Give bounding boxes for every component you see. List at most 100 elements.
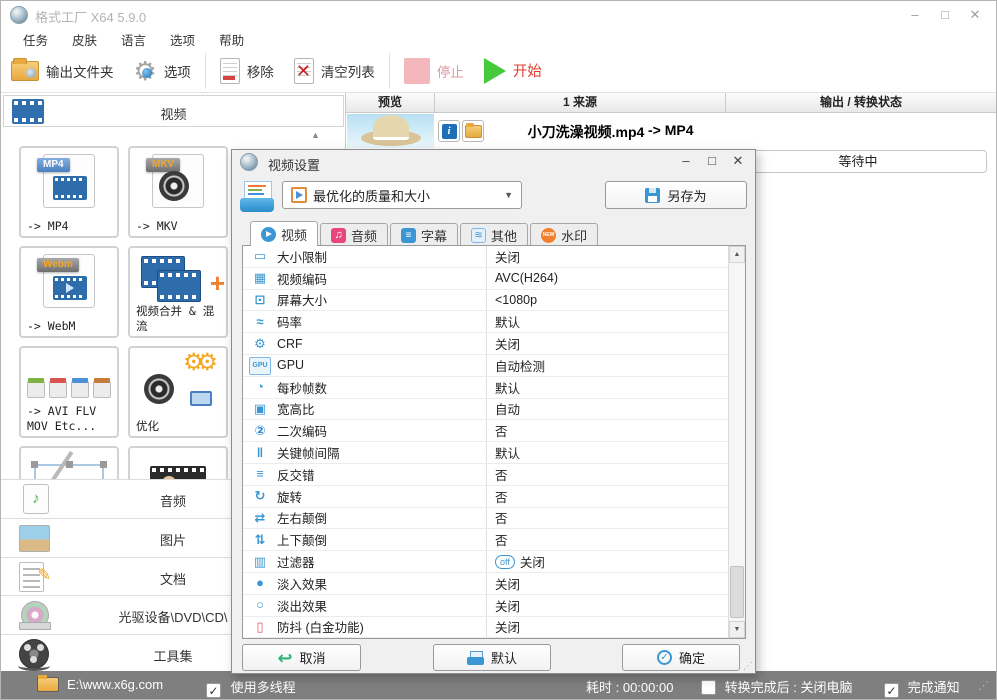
dialog-minimize-button[interactable]: – xyxy=(673,150,699,172)
close-button[interactable]: ✕ xyxy=(960,3,990,27)
tab-其他[interactable]: ≋ 其他 xyxy=(460,223,529,246)
mp4-icon: MP4 xyxy=(21,154,117,210)
save-as-button[interactable]: 另存为 xyxy=(605,181,747,209)
file-folder-button[interactable] xyxy=(462,120,484,142)
menu-item-3[interactable]: 选项 xyxy=(166,28,199,51)
setting-row-0[interactable]: ▭ 大小限制 关闭 xyxy=(243,246,728,268)
ok-button[interactable]: ✓ 确定 xyxy=(622,644,740,671)
setting-label: CRF xyxy=(277,336,303,351)
setting-row-14[interactable]: ▥ 过滤器 off 关闭 xyxy=(243,551,728,573)
setting-row-17[interactable]: ▯ 防抖 (白金功能) 关闭 xyxy=(243,616,728,638)
menu-item-4[interactable]: 帮助 xyxy=(215,28,248,51)
menu-item-2[interactable]: 语言 xyxy=(117,28,150,51)
column-output[interactable]: 输出 / 转换状态 xyxy=(726,93,996,113)
preset-tray-icon[interactable] xyxy=(240,180,274,212)
setting-value[interactable]: 默认 xyxy=(486,311,728,333)
options-button[interactable]: ⚙ 选项 xyxy=(124,51,201,91)
setting-row-15[interactable]: ● 淡入效果 关闭 xyxy=(243,572,728,595)
setting-value[interactable]: 否 xyxy=(486,507,728,529)
start-button[interactable]: 开始 xyxy=(474,51,552,91)
setting-value[interactable]: 否 xyxy=(486,420,728,442)
preview-thumbnail[interactable] xyxy=(347,114,434,148)
setting-value[interactable]: 关闭 xyxy=(486,594,728,616)
scroll-up-icon[interactable]: ▲ xyxy=(729,246,745,263)
scrollbar[interactable]: ▲ ▼ xyxy=(728,246,745,638)
source-filename[interactable]: 小刀洗澡视频.mp4 xyxy=(501,122,671,142)
column-preview[interactable]: 预览 xyxy=(346,93,435,113)
setting-value[interactable]: 自动 xyxy=(486,398,728,420)
multithread-checkbox[interactable]: ✓ xyxy=(206,683,221,698)
shutdown-option[interactable]: 转换完成后 : 关闭电脑 xyxy=(701,677,852,696)
output-path-folder-icon[interactable] xyxy=(37,675,59,692)
setting-row-12[interactable]: ⇄ 左右颠倒 否 xyxy=(243,507,728,530)
sidebar-header-video[interactable]: 视频 xyxy=(3,95,344,127)
output-folder-button[interactable]: 输出文件夹 xyxy=(1,51,124,91)
file-info-button[interactable]: i xyxy=(438,120,460,142)
multithread-option[interactable]: ✓ 使用多线程 xyxy=(206,677,296,698)
setting-value[interactable]: 自动检测 xyxy=(486,354,728,376)
setting-row-4[interactable]: ⚙ CRF 关闭 xyxy=(243,333,728,355)
dialog-resize-grip[interactable]: ⋰ xyxy=(743,661,753,672)
setting-value[interactable]: AVC(H264) xyxy=(486,267,728,289)
menu-item-1[interactable]: 皮肤 xyxy=(68,28,101,51)
output-path[interactable]: E:\www.x6g.com xyxy=(67,677,163,692)
setting-value[interactable]: 默认 xyxy=(486,376,728,398)
remove-button[interactable]: 移除 xyxy=(210,51,284,91)
menu-item-0[interactable]: 任务 xyxy=(19,28,52,51)
setting-row-3[interactable]: ≈ 码率 默认 xyxy=(243,311,728,334)
collapse-arrow-icon[interactable]: ▲ xyxy=(311,130,320,140)
setting-value[interactable]: 关闭 xyxy=(486,246,728,267)
tab-音频[interactable]: ♫ 音频 xyxy=(320,223,389,246)
tile-webm[interactable]: Webm -> WebM xyxy=(19,246,119,338)
tile-merge[interactable]: + 视频合并 & 混流 xyxy=(128,246,228,338)
notify-checkbox[interactable]: ✓ xyxy=(884,683,899,698)
keyframe-icon: ‖ xyxy=(256,444,264,460)
setting-row-16[interactable]: ○ 淡出效果 关闭 xyxy=(243,594,728,617)
dialog-close-button[interactable]: ✕ xyxy=(725,150,751,172)
tab-水印[interactable]: NEW 水印 xyxy=(530,223,599,246)
dialog-maximize-button[interactable]: □ xyxy=(699,150,725,172)
setting-value[interactable]: 默认 xyxy=(486,442,728,463)
setting-row-9[interactable]: ‖ 关键帧间隔 默认 xyxy=(243,442,728,464)
setting-value[interactable]: 关闭 xyxy=(486,333,728,354)
tab-字幕[interactable]: ≡ 字幕 xyxy=(390,223,459,246)
preset-dropdown[interactable]: 最优化的质量和大小 ▼ xyxy=(282,181,522,209)
setting-value[interactable]: 否 xyxy=(486,463,728,485)
setting-value[interactable]: 关闭 xyxy=(486,572,728,594)
setting-value[interactable]: off 关闭 xyxy=(486,551,728,572)
minimize-button[interactable]: – xyxy=(900,3,930,27)
setting-row-6[interactable]: ◔ 每秒帧数 默认 xyxy=(243,376,728,399)
tile-optimize[interactable]: ⚙⚙ 优化 xyxy=(128,346,228,438)
cancel-button[interactable]: ↩ 取消 xyxy=(242,644,361,671)
setting-row-1[interactable]: ▦ 视频编码 AVC(H264) xyxy=(243,267,728,290)
clear-list-button[interactable]: 清空列表 xyxy=(284,51,385,91)
setting-row-10[interactable]: ≡ 反交错 否 xyxy=(243,463,728,486)
tile-avi[interactable]: -> AVI FLV MOV Etc... xyxy=(19,346,119,438)
scrollbar-thumb[interactable] xyxy=(730,566,744,618)
maximize-button[interactable]: □ xyxy=(930,3,960,27)
setting-value[interactable]: 否 xyxy=(486,485,728,507)
stop-button[interactable]: 停止 xyxy=(394,51,474,91)
cancel-arrow-icon: ↩ xyxy=(277,647,293,668)
resize-grip[interactable]: ⋰ xyxy=(978,679,990,692)
chevron-down-icon: ▼ xyxy=(504,190,513,200)
setting-row-5[interactable]: GPU GPU 自动检测 xyxy=(243,354,728,377)
setting-value[interactable]: 关闭 xyxy=(486,616,728,638)
setting-row-13[interactable]: ⇅ 上下颠倒 否 xyxy=(243,529,728,552)
tile-mp4[interactable]: MP4 -> MP4 xyxy=(19,146,119,238)
setting-row-11[interactable]: ↻ 旋转 否 xyxy=(243,485,728,508)
setting-row-8[interactable]: ② 二次编码 否 xyxy=(243,420,728,443)
column-source[interactable]: 1 来源 xyxy=(435,93,726,113)
tab-视频[interactable]: 视频 xyxy=(250,221,319,246)
shutdown-checkbox[interactable] xyxy=(701,680,716,695)
setting-value[interactable]: 否 xyxy=(486,529,728,551)
scroll-down-icon[interactable]: ▼ xyxy=(729,621,745,638)
setting-value[interactable]: <1080p xyxy=(486,289,728,311)
format-badge: MKV xyxy=(146,158,181,172)
setting-label: 宽高比 xyxy=(277,403,315,418)
setting-row-2[interactable]: ⊡ 屏幕大小 <1080p xyxy=(243,289,728,312)
setting-row-7[interactable]: ▣ 宽高比 自动 xyxy=(243,398,728,421)
notify-option[interactable]: ✓ 完成通知 xyxy=(884,677,960,698)
default-button[interactable]: 默认 xyxy=(433,644,551,671)
tile-mkv[interactable]: MKV -> MKV xyxy=(128,146,228,238)
